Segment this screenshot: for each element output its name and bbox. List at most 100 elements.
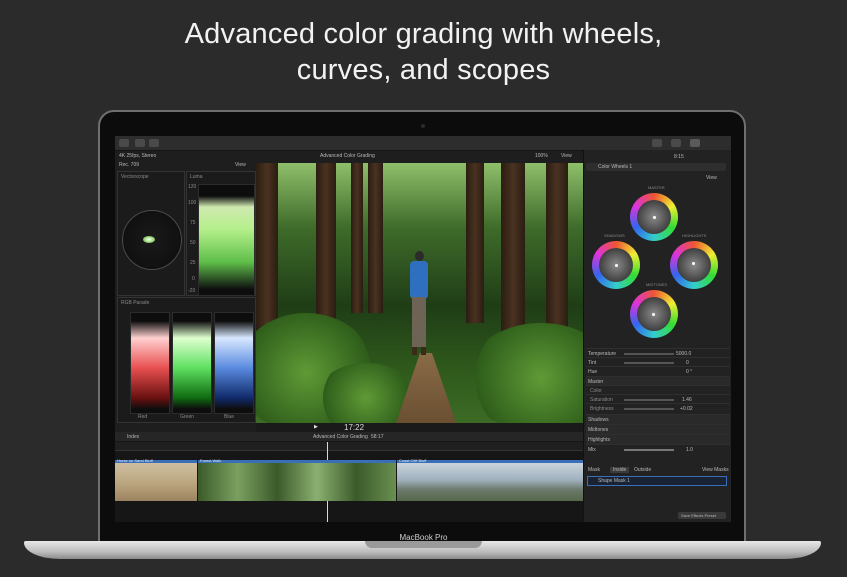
scope-view-button[interactable]: View [235, 162, 246, 168]
section-label: Highlights [588, 437, 610, 443]
luma-tick: 120 [188, 184, 197, 190]
fern [466, 323, 583, 423]
timeline-toolbar: Index Advanced Color Grading 58:17 [115, 432, 583, 441]
effect-selector-label: Color Wheels 1 [598, 164, 633, 170]
luma-panel: Luma 120 100 75 50 25 0 -20 [186, 171, 256, 296]
mix-value[interactable]: 1.0 [686, 447, 693, 453]
library-button[interactable] [119, 139, 129, 147]
luma-label: Luma [190, 174, 203, 180]
vectorscope-label: Vectorscope [121, 174, 149, 180]
section-label: Shadows [588, 417, 609, 423]
param-label: Brightness [590, 406, 614, 412]
vectorscope-panel: Vectorscope [117, 171, 185, 296]
index-button[interactable]: Index [127, 434, 139, 440]
inspector-toggle-button[interactable] [690, 139, 700, 147]
camera-icon [421, 124, 425, 128]
viewer-view-button[interactable]: View [561, 153, 572, 159]
inspector-duration: 8:15 [674, 154, 684, 160]
mask-tab[interactable]: Outside [634, 467, 651, 473]
tree-trunk [466, 163, 484, 323]
brightness-slider[interactable] [624, 408, 674, 410]
highlights-wheel-puck[interactable] [692, 262, 695, 265]
wheel-label: SHADOWS [604, 233, 625, 238]
play-icon[interactable]: ▶ [314, 424, 318, 430]
timeline-duration: 58:17 [371, 434, 384, 440]
browser-toggle-button[interactable] [652, 139, 662, 147]
app-screen: 4K 25fps, Stereo Rec. 709 View Advanced … [115, 136, 731, 522]
shadows-wheel-puck[interactable] [615, 264, 618, 267]
top-toolbar [115, 136, 731, 151]
param-value[interactable]: +0.02 [680, 406, 693, 412]
wheel-label: HIGHLIGHTS [682, 233, 707, 238]
color-inspector: 8:15 Color Wheels 1 View MASTER SHADOWS … [583, 150, 731, 522]
keyword-button[interactable] [149, 139, 159, 147]
saturation-slider[interactable] [624, 399, 674, 401]
headline-line-2: curves, and scopes [296, 54, 551, 86]
section-header[interactable]: Highlights [586, 434, 730, 444]
view-masks-button[interactable]: View Masks [702, 467, 729, 473]
param-row: Mix 1.0 [586, 444, 730, 454]
timeline-clip[interactable]: Coast Cliff Bluff [397, 458, 583, 501]
parade-channel-label: Blue [224, 414, 235, 420]
shape-mask-row[interactable]: Shape Mask 1 [587, 476, 727, 486]
clip-label: Forest Walk [200, 458, 222, 463]
section-label: Midtones [588, 427, 609, 433]
midtones-wheel-puck[interactable] [652, 313, 655, 316]
section-header[interactable]: Midtones [586, 424, 730, 434]
rgb-parade-panel: RGB Parade Red Green Blue [117, 297, 256, 423]
section-header[interactable]: Shadows [586, 414, 730, 424]
tree-trunk [368, 163, 383, 313]
headline-line-1: Advanced color grading with wheels, [184, 18, 663, 50]
tree-trunk [501, 163, 525, 343]
luma-tick: 100 [188, 200, 197, 206]
hiker [409, 251, 429, 391]
luma-tick: 25 [190, 260, 196, 266]
master-wheel-puck[interactable] [653, 216, 656, 219]
color-space: Rec. 709 [119, 162, 140, 168]
param-value[interactable]: 0 ° [686, 369, 692, 375]
mask-tab[interactable]: Mask [588, 467, 600, 473]
tint-slider[interactable] [624, 362, 674, 364]
luma-tick: -20 [188, 288, 196, 294]
luma-waveform [198, 184, 255, 296]
green-channel-trace [172, 312, 212, 414]
clip-label: Coast Cliff Bluff [399, 458, 427, 463]
wheel-label: MIDTONES [646, 282, 668, 287]
viewer-zoom[interactable]: 100% [535, 153, 548, 159]
mix-slider[interactable] [624, 449, 674, 451]
blue-channel-trace [214, 312, 254, 414]
timeline-clip[interactable]: Forest Walk [198, 458, 396, 501]
luma-tick: 0 [192, 276, 195, 282]
import-button[interactable] [135, 139, 145, 147]
timeline-title: Advanced Color Grading [313, 434, 368, 440]
mask-tab[interactable]: Inside [610, 467, 630, 473]
mask-tabs: Mask Inside Outside View Masks [586, 466, 730, 474]
parade-channel-label: Green [180, 414, 194, 420]
param-label: Hue [588, 369, 598, 375]
luma-tick: 50 [190, 240, 196, 246]
timecode-display: 17:22 [344, 423, 365, 432]
param-row: Brightness +0.02 [586, 403, 730, 413]
transport-bar: ▶ 17:22 [256, 423, 583, 432]
library-format: 4K 25fps, Stereo [119, 153, 157, 159]
luma-tick: 75 [190, 220, 196, 226]
clip-label: Horse on Sand Bluff [117, 458, 153, 463]
wheel-label: MASTER [648, 185, 665, 190]
temperature-slider[interactable] [624, 353, 674, 355]
timeline-toggle-button[interactable] [671, 139, 681, 147]
inspector-view-button[interactable]: View [706, 175, 717, 181]
project-title: Advanced Color Grading [320, 153, 375, 159]
device-label: MacBook Pro [399, 533, 448, 542]
effect-selector[interactable]: Color Wheels 1 [586, 163, 726, 171]
parade-channel-label: Red [138, 414, 148, 420]
save-effects-preset-button[interactable]: Save Effects Preset [678, 512, 726, 519]
shape-mask-label: Shape Mask 1 [598, 478, 630, 484]
tree-trunk [351, 163, 363, 313]
save-preset-label: Save Effects Preset [681, 513, 717, 518]
video-viewer[interactable] [256, 163, 583, 423]
highlights-color-wheel[interactable] [670, 241, 718, 289]
timeline-clip[interactable]: Horse on Sand Bluff [115, 458, 197, 501]
rgb-parade-label: RGB Parade [121, 300, 150, 306]
red-channel-trace [130, 312, 170, 414]
timeline-ruler[interactable] [115, 442, 583, 451]
